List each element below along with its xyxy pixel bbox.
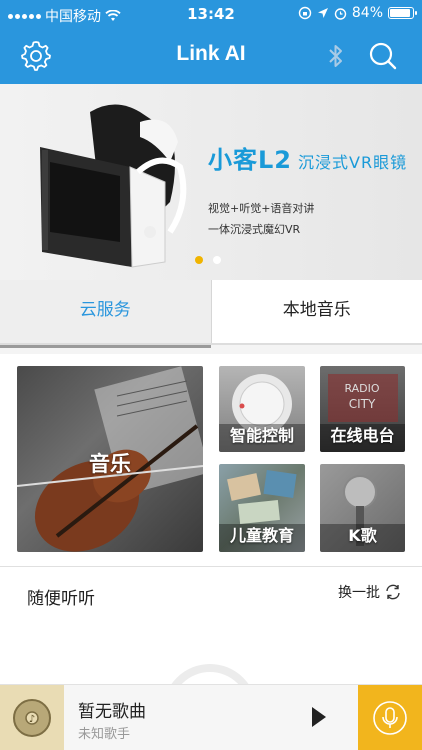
category-online-radio[interactable]: RADIO CITY 在线电台 [320, 366, 405, 452]
status-bar: 中国移动 13:42 84% [0, 0, 422, 28]
search-icon[interactable] [367, 40, 399, 72]
category-music-label: 音乐 [89, 452, 131, 476]
category-kids-label: 儿童教育 [229, 526, 294, 545]
svg-text:♪: ♪ [29, 714, 35, 725]
voice-button[interactable] [358, 685, 422, 750]
status-right: 84% [298, 5, 417, 21]
category-radio-label: 在线电台 [330, 426, 395, 445]
location-icon [317, 8, 328, 18]
section-title: 随便听听 [27, 589, 95, 609]
category-grid: 音乐 智能控制 RADIO CITY 在线电台 儿童教育 K歌 [0, 364, 422, 552]
battery-fill [390, 9, 411, 17]
section-divider [0, 566, 422, 567]
refresh-label: 换一批 [338, 585, 380, 601]
banner-line-1: 视觉+听觉+语音对讲 [208, 202, 315, 215]
banner-pagination[interactable] [195, 256, 221, 264]
category-karaoke[interactable]: K歌 [320, 464, 405, 552]
banner-dot-1[interactable] [195, 256, 203, 264]
vr-headset-image [40, 104, 187, 268]
app-title: Link AI [176, 42, 246, 65]
tab-cloud-service[interactable]: 云服务 [0, 280, 212, 343]
svg-text:RADIO: RADIO [344, 382, 379, 395]
disc-icon: ♪ [13, 699, 51, 737]
play-button[interactable] [312, 707, 326, 727]
battery-icon [388, 7, 417, 19]
category-smart-label: 智能控制 [229, 426, 294, 445]
alarm-icon [334, 7, 347, 20]
microphone-icon [373, 701, 407, 735]
banner-headline: 小客L2 沉浸式VR眼镜 [208, 146, 408, 174]
battery-percent: 84% [351, 5, 383, 21]
nav-bar: Link AI [0, 28, 422, 84]
category-music[interactable]: 音乐 [17, 366, 203, 552]
banner-headline-sub: 沉浸式VR眼镜 [298, 153, 408, 172]
artist-name: 未知歌手 [78, 727, 131, 742]
bluetooth-icon[interactable] [320, 40, 352, 72]
svg-text:CITY: CITY [349, 397, 376, 411]
banner-dot-2[interactable] [213, 256, 221, 264]
promo-banner[interactable]: 小客L2 沉浸式VR眼镜 视觉+听觉+语音对讲 一体沉浸式魔幻VR [0, 84, 422, 280]
category-smart-control[interactable]: 智能控制 [219, 366, 305, 452]
tab-bar: 云服务 本地音乐 [0, 280, 422, 344]
album-cover[interactable]: ♪ [0, 685, 64, 750]
player-bar[interactable]: ♪ 暂无歌曲 未知歌手 [0, 684, 422, 750]
tab-local-music[interactable]: 本地音乐 [211, 280, 422, 343]
banner-line-2: 一体沉浸式魔幻VR [208, 223, 301, 236]
refresh-button[interactable]: 换一批 [338, 582, 402, 602]
refresh-icon [386, 584, 400, 600]
category-kids-education[interactable]: 儿童教育 [219, 464, 305, 552]
song-title: 暂无歌曲 [78, 702, 146, 722]
tab-indicator [0, 344, 422, 354]
rotation-lock-icon [298, 6, 312, 20]
category-karaoke-label: K歌 [348, 526, 377, 545]
